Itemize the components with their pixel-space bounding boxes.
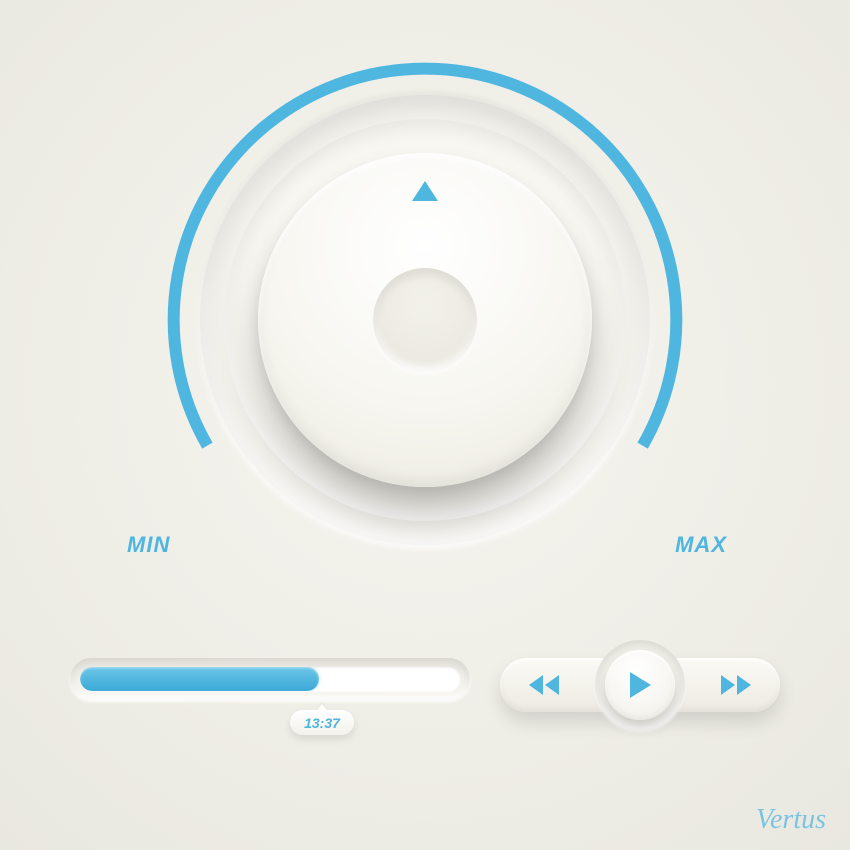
knob-hub: [373, 268, 477, 372]
volume-knob[interactable]: [258, 153, 592, 487]
brand-watermark: Vertus: [756, 804, 826, 836]
transport-controls: [500, 648, 780, 722]
progress-bar-area: 13:37: [70, 658, 470, 700]
progress-track-bg: [70, 658, 470, 700]
progress-track[interactable]: [80, 667, 460, 691]
volume-dial-area: MIN MAX: [145, 40, 705, 600]
forward-icon: [718, 673, 754, 697]
play-icon: [627, 670, 653, 700]
play-button[interactable]: [595, 640, 685, 730]
dial-max-label: MAX: [675, 534, 727, 556]
forward-button[interactable]: [712, 665, 760, 705]
dial-socket: [200, 95, 650, 545]
rewind-button[interactable]: [520, 665, 568, 705]
dial-min-label: MIN: [127, 534, 170, 556]
progress-fill: [80, 667, 319, 691]
pointer-up-icon: [412, 181, 438, 201]
play-inner: [605, 650, 675, 720]
time-tooltip: 13:37: [290, 710, 354, 735]
rewind-icon: [526, 673, 562, 697]
